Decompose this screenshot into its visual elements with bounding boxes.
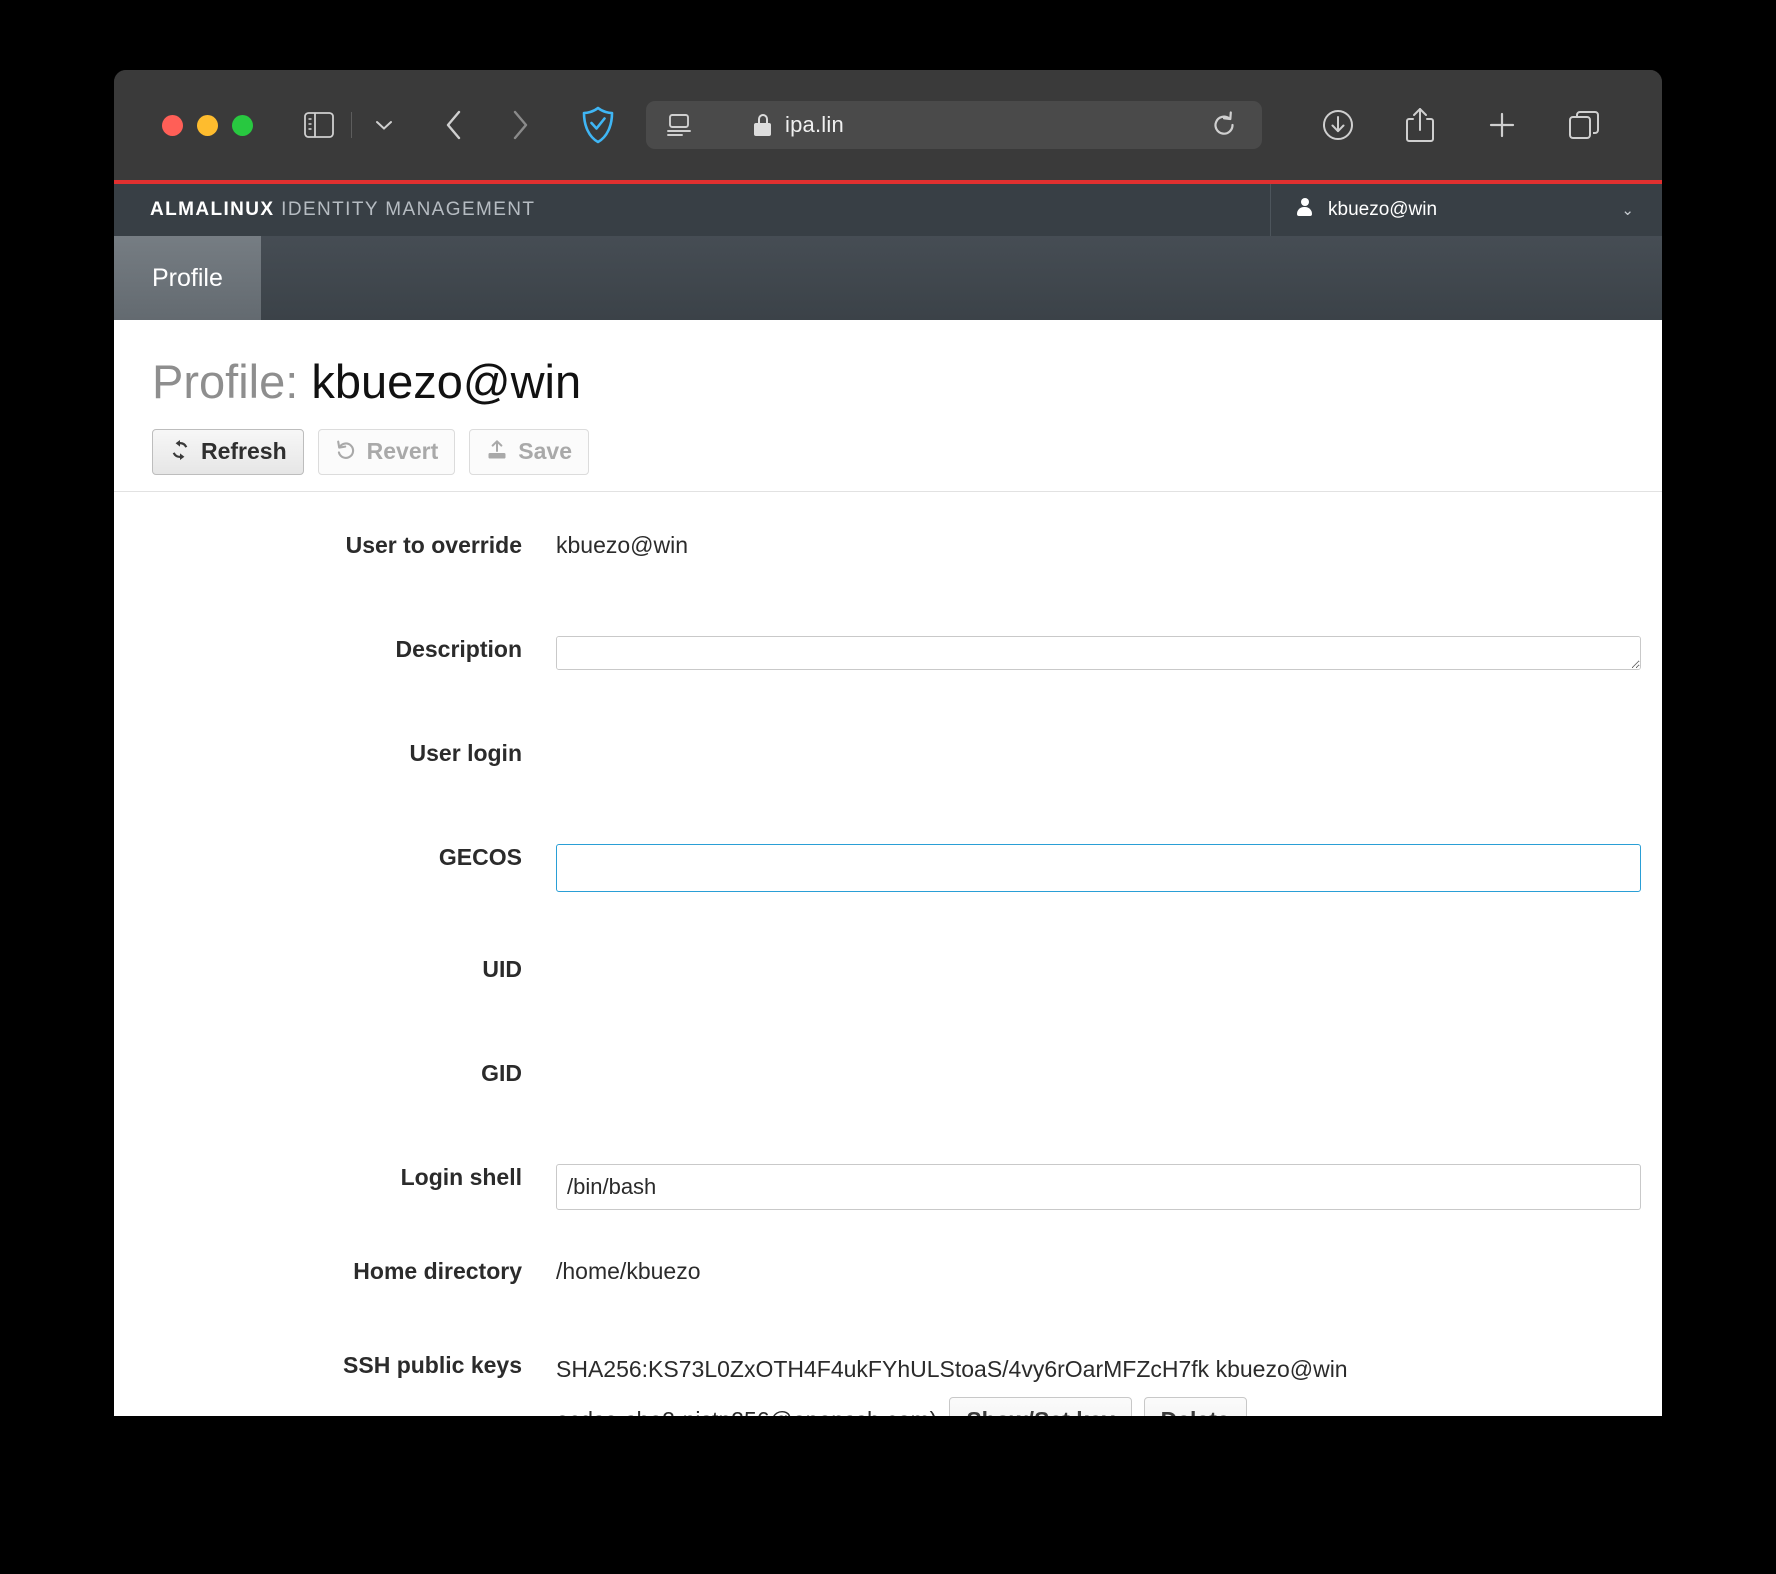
page-title: Profile: kbuezo@win [114, 320, 1662, 405]
row-spacer [114, 572, 1618, 630]
value-home-directory: /home/kbuezo [556, 1258, 701, 1284]
app-brand: ALMALINUX IDENTITY MANAGEMENT [114, 199, 535, 221]
field-row-user-login: User login [114, 734, 1618, 780]
label-gid: GID [481, 1060, 522, 1086]
save-button-label: Save [518, 438, 572, 465]
address-bar[interactable]: ipa.lin [646, 101, 1262, 149]
tab-strip: Profile [114, 236, 1662, 320]
app-header: ALMALINUX IDENTITY MANAGEMENT kbuezo@win… [114, 184, 1662, 236]
minimize-window-button[interactable] [197, 114, 218, 136]
field-row-uid: UID [114, 950, 1618, 996]
lock-icon [754, 114, 771, 136]
field-row-home-directory: Home directory /home/kbuezo [114, 1252, 1618, 1298]
toolbar-divider [351, 112, 352, 138]
sidebar-icon[interactable] [297, 103, 341, 147]
downloads-icon[interactable] [1316, 103, 1360, 147]
revert-icon [335, 439, 357, 465]
row-spacer [114, 996, 1618, 1054]
page-title-prefix: Profile: [152, 355, 299, 408]
close-window-button[interactable] [162, 114, 183, 136]
row-spacer [114, 892, 1618, 950]
row-spacer [114, 1210, 1618, 1252]
revert-button-label: Revert [366, 438, 439, 465]
field-row-login-shell: Login shell [114, 1158, 1641, 1210]
field-row-ssh-public-keys: SSH public keys SHA256:KS73L0ZxOTH4F4ukF… [114, 1346, 1618, 1416]
adblock-shield-icon[interactable] [576, 103, 620, 147]
value-gid [556, 1054, 1618, 1100]
tab-overview-icon[interactable] [1562, 103, 1606, 147]
value-uid [556, 950, 1618, 996]
label-description: Description [395, 636, 522, 662]
row-spacer [114, 780, 1618, 838]
refresh-button[interactable]: Refresh [152, 429, 304, 475]
user-menu[interactable]: kbuezo@win ⌄ [1270, 184, 1662, 236]
field-row-gid: GID [114, 1054, 1618, 1100]
reader-view-icon[interactable] [662, 108, 696, 142]
label-user-to-override: User to override [345, 532, 522, 558]
browser-actions [1316, 103, 1606, 147]
back-arrow-icon[interactable] [432, 103, 476, 147]
avatar [1297, 198, 1312, 222]
ssh-key-actions-row: ecdsa-sha2-nistp256@openssh.com) Show/Se… [556, 1396, 1618, 1416]
chevron-down-icon: ⌄ [1621, 202, 1634, 219]
show-set-key-button[interactable]: Show/Set key [949, 1396, 1132, 1416]
refresh-button-label: Refresh [201, 438, 287, 465]
row-spacer [114, 676, 1618, 734]
save-button[interactable]: Save [469, 429, 589, 475]
field-row-description: Description [114, 630, 1641, 676]
ssh-key-fingerprint: SHA256:KS73L0ZxOTH4F4ukFYhULStoaS/4vy6rO… [556, 1356, 1348, 1382]
forward-arrow-icon[interactable] [498, 103, 542, 147]
value-user-login [556, 734, 1618, 780]
page-title-value: kbuezo@win [311, 355, 582, 408]
window-controls [162, 114, 253, 136]
label-user-login: User login [409, 740, 522, 766]
tab-profile[interactable]: Profile [114, 236, 261, 320]
navigation-buttons [432, 103, 542, 147]
label-uid: UID [482, 956, 522, 982]
profile-form: User to override kbuezo@win Description … [114, 492, 1662, 1416]
browser-window: ipa.lin ALMALINUX IDENTITY MANAGEMENT kb… [114, 70, 1662, 1416]
action-toolbar: Refresh Revert Save [114, 405, 1662, 492]
description-textarea[interactable] [556, 636, 1641, 670]
reload-icon[interactable] [1202, 103, 1246, 147]
delete-key-button[interactable]: Delete [1143, 1396, 1247, 1416]
share-icon[interactable] [1398, 103, 1442, 147]
url-text: ipa.lin [785, 112, 844, 137]
label-login-shell: Login shell [400, 1164, 522, 1190]
field-row-user-to-override: User to override kbuezo@win [114, 526, 1618, 572]
refresh-icon [169, 439, 191, 465]
value-user-to-override: kbuezo@win [556, 532, 689, 558]
maximize-window-button[interactable] [232, 114, 253, 136]
plus-icon[interactable] [1480, 103, 1524, 147]
chevron-down-icon[interactable] [362, 103, 406, 147]
user-menu-label: kbuezo@win [1328, 199, 1438, 220]
page-content: Profile: kbuezo@win Refresh Revert Save … [114, 320, 1662, 1416]
login-shell-input[interactable] [556, 1164, 1641, 1210]
label-gecos: GECOS [438, 844, 522, 870]
brand-bold-text: ALMALINUX [150, 199, 275, 220]
web-page: ALMALINUX IDENTITY MANAGEMENT kbuezo@win… [114, 180, 1662, 1416]
save-upload-icon [486, 439, 508, 465]
browser-toolbar: ipa.lin [114, 70, 1662, 180]
sidebar-controls [297, 103, 406, 147]
revert-button[interactable]: Revert [317, 429, 456, 475]
label-home-directory: Home directory [353, 1258, 522, 1284]
tab-profile-label: Profile [152, 263, 223, 292]
row-spacer [114, 1100, 1618, 1158]
gecos-input[interactable] [556, 844, 1641, 892]
brand-light-text: IDENTITY MANAGEMENT [281, 199, 536, 220]
ssh-key-type: ecdsa-sha2-nistp256@openssh.com) [556, 1403, 937, 1416]
row-spacer [114, 1298, 1618, 1346]
field-row-gecos: GECOS [114, 838, 1641, 892]
label-ssh-public-keys: SSH public keys [343, 1352, 522, 1378]
